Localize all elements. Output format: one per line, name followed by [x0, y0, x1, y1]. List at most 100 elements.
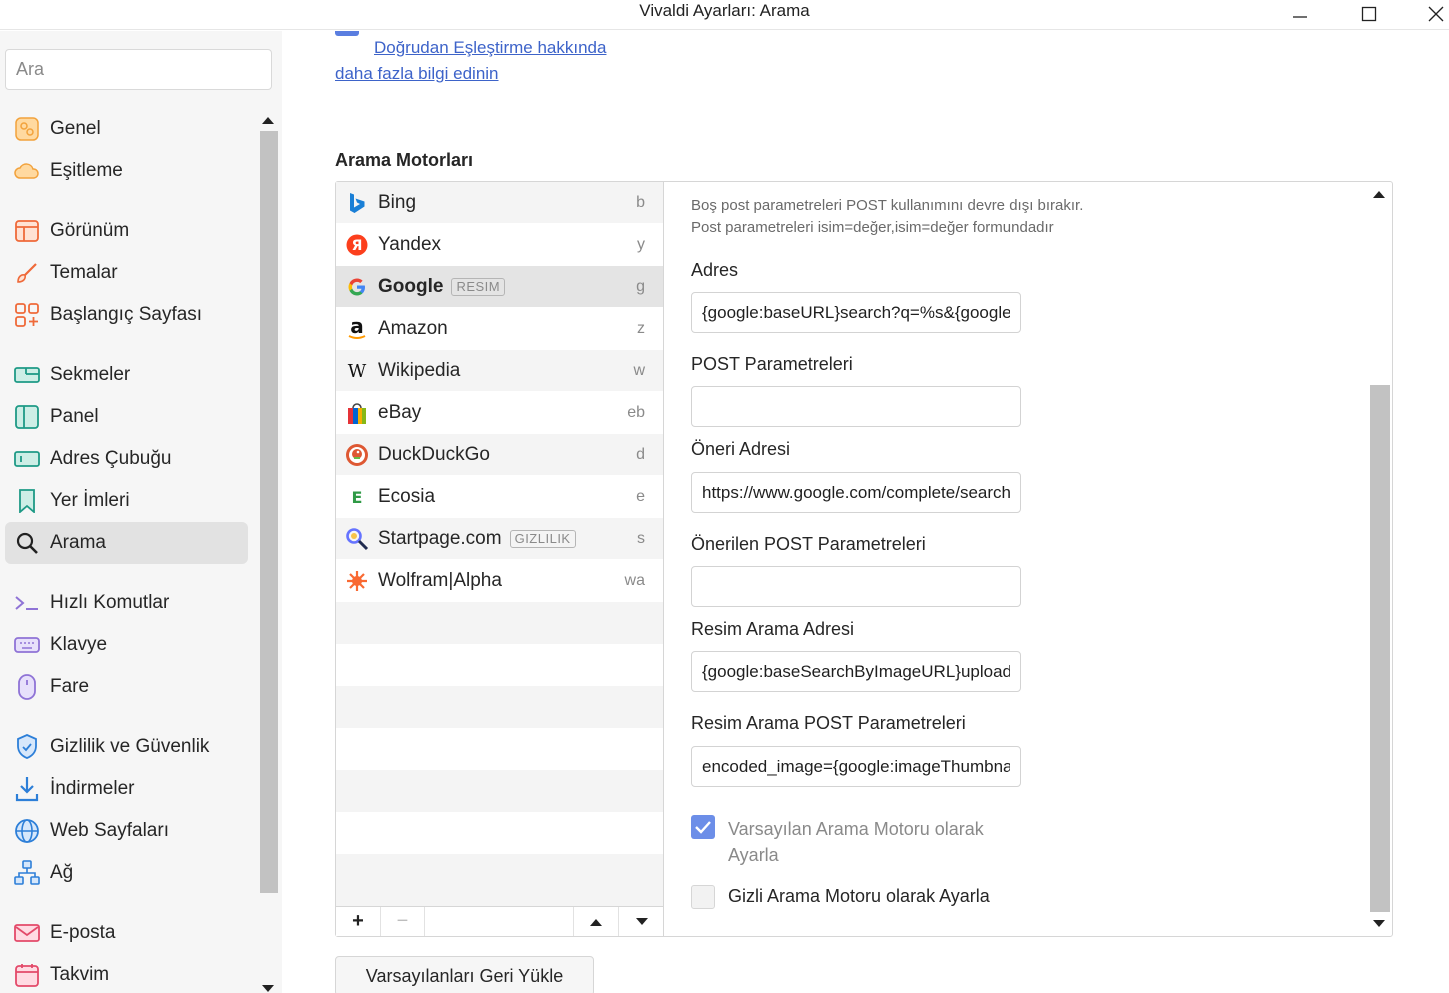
- engine-name: Startpage.com: [378, 527, 502, 549]
- sidebar-item-arama[interactable]: Arama: [5, 522, 248, 564]
- close-button[interactable]: [1413, 0, 1449, 28]
- sidebar-item-label: Web Sayfaları: [50, 820, 169, 841]
- sidebar-item-label: Eşitleme: [50, 160, 123, 181]
- maximize-icon: [1361, 6, 1377, 22]
- download-icon: [14, 776, 40, 802]
- startpage-icon: [345, 527, 369, 551]
- sidebar-item-temalar[interactable]: Temalar: [5, 252, 248, 294]
- engine-row-bing[interactable]: Bing b: [336, 182, 663, 224]
- google-icon: [345, 275, 369, 299]
- sidebar-item-panel[interactable]: Panel: [5, 396, 248, 438]
- sidebar-item-gorunum[interactable]: Görünüm: [5, 210, 248, 252]
- engine-keyword: d: [636, 445, 645, 463]
- sidebar-item-label: Takvim: [50, 964, 110, 985]
- sidebar-item-fare[interactable]: Fare: [5, 666, 248, 708]
- post-params-input[interactable]: [691, 386, 1021, 427]
- engine-row-wikipedia[interactable]: W Wikipedia w: [336, 350, 663, 392]
- empty-row: [336, 770, 663, 812]
- svg-text:E: E: [352, 488, 363, 507]
- engine-keyword: e: [636, 487, 645, 505]
- sidebar-item-klavye[interactable]: Klavye: [5, 624, 248, 666]
- add-engine-button[interactable]: +: [336, 907, 381, 936]
- scroll-down-icon[interactable]: [262, 985, 274, 992]
- default-engine-label: Varsayılan Arama Motoru olarak Ayarla: [728, 819, 984, 865]
- scrollbar-thumb[interactable]: [260, 131, 278, 893]
- engine-row-ebay[interactable]: eBay eb: [336, 392, 663, 434]
- sidebar-item-ag[interactable]: Ağ: [5, 852, 248, 894]
- sidebar-item-hizli-komutlar[interactable]: Hızlı Komutlar: [5, 582, 248, 624]
- search-icon: [14, 530, 40, 556]
- engine-keyword: g: [636, 277, 645, 295]
- engine-keyword: y: [637, 235, 645, 253]
- sidebar-item-label: Görünüm: [50, 220, 130, 241]
- engine-name: Amazon: [378, 317, 448, 339]
- engine-list-toolbar: + −: [336, 906, 664, 936]
- sidebar-item-label: Hızlı Komutlar: [50, 592, 170, 613]
- engine-keyword: wa: [624, 571, 645, 589]
- private-engine-checkbox[interactable]: [691, 885, 715, 909]
- image-search-input[interactable]: [691, 651, 1021, 692]
- sidebar-item-gizlilik[interactable]: Gizlilik ve Güvenlik: [5, 726, 248, 768]
- brush-icon: [14, 260, 40, 286]
- address-bar-icon: [14, 446, 40, 472]
- image-post-input[interactable]: [691, 746, 1021, 787]
- engine-keyword: b: [636, 193, 645, 211]
- remove-engine-button[interactable]: −: [381, 907, 425, 936]
- sidebar-item-genel[interactable]: Genel: [5, 108, 248, 150]
- learn-more-link[interactable]: daha fazla bilgi edinin: [335, 64, 499, 84]
- sidebar-item-esitleme[interactable]: Eşitleme: [5, 150, 248, 192]
- settings-search-input[interactable]: [5, 49, 272, 90]
- suggest-address-label: Öneri Adresi: [691, 439, 791, 459]
- sidebar-scrollbar[interactable]: [259, 113, 278, 993]
- engine-keyword: z: [637, 319, 645, 337]
- sidebar-item-label: Başlangıç Sayfası: [50, 304, 203, 325]
- maximize-button[interactable]: [1346, 0, 1392, 28]
- suggest-post-input[interactable]: [691, 566, 1021, 607]
- cloud-icon: [14, 158, 40, 184]
- engine-row-amazon[interactable]: a Amazon z: [336, 308, 663, 350]
- sidebar-item-takvim[interactable]: Takvim: [5, 954, 248, 993]
- engine-row-yandex[interactable]: Я Yandex y: [336, 224, 663, 266]
- sidebar-item-baslangic-sayfasi[interactable]: Başlangıç Sayfası: [5, 294, 248, 336]
- sidebar-item-indirmeler[interactable]: İndirmeler: [5, 768, 248, 810]
- minimize-icon: [1293, 16, 1307, 18]
- move-up-button[interactable]: [574, 907, 619, 936]
- quick-commands-icon: [14, 590, 40, 616]
- engine-row-wolfram[interactable]: Wolfram|Alpha wa: [336, 560, 663, 602]
- scrollbar-thumb[interactable]: [1370, 385, 1390, 912]
- details-scrollbar[interactable]: [1369, 182, 1393, 936]
- scroll-up-icon[interactable]: [262, 117, 274, 124]
- sidebar-item-label: Panel: [50, 406, 99, 427]
- wolfram-icon: [345, 569, 369, 593]
- move-down-button[interactable]: [619, 907, 664, 936]
- direct-match-link[interactable]: Doğrudan Eşleştirme hakkında: [374, 38, 606, 58]
- suggest-address-input[interactable]: [691, 472, 1021, 513]
- svg-text:a: a: [350, 317, 364, 338]
- partial-checkbox[interactable]: [335, 31, 359, 36]
- restore-defaults-button[interactable]: Varsayılanları Geri Yükle: [335, 956, 594, 993]
- sidebar-item-yer-imleri[interactable]: Yer İmleri: [5, 480, 248, 522]
- engine-row-ecosia[interactable]: E Ecosia e: [336, 476, 663, 518]
- svg-text:W: W: [348, 361, 367, 381]
- sidebar-item-sekmeler[interactable]: Sekmeler: [5, 354, 248, 396]
- engine-badge: GIZLILIK: [509, 529, 576, 548]
- address-input[interactable]: [691, 292, 1021, 333]
- sidebar-item-web-sayfalari[interactable]: Web Sayfaları: [5, 810, 248, 852]
- engine-row-startpage[interactable]: Startpage.com GIZLILIK s: [336, 518, 663, 560]
- search-engines-panel: Bing b Я Yandex y Google RESIM g a Amazo…: [335, 181, 1393, 937]
- network-icon: [14, 860, 40, 886]
- engine-name: Wikipedia: [378, 359, 461, 381]
- sidebar-item-e-posta[interactable]: E-posta: [5, 912, 248, 954]
- keyboard-icon: [14, 632, 40, 658]
- engine-row-duckduckgo[interactable]: DuckDuckGo d: [336, 434, 663, 476]
- minimize-button[interactable]: [1277, 0, 1323, 28]
- sidebar-item-label: Sekmeler: [50, 364, 131, 385]
- private-engine-label: Gizli Arama Motoru olarak Ayarla: [728, 886, 990, 906]
- engine-row-google[interactable]: Google RESIM g: [336, 266, 663, 308]
- scroll-down-icon[interactable]: [1373, 920, 1385, 927]
- section-title: Arama Motorları: [335, 150, 474, 170]
- default-engine-checkbox[interactable]: [691, 815, 715, 839]
- suggest-post-label: Önerilen POST Parametreleri: [691, 534, 926, 554]
- sidebar-item-adres-cubugu[interactable]: Adres Çubuğu: [5, 438, 248, 480]
- scroll-up-icon[interactable]: [1373, 191, 1385, 198]
